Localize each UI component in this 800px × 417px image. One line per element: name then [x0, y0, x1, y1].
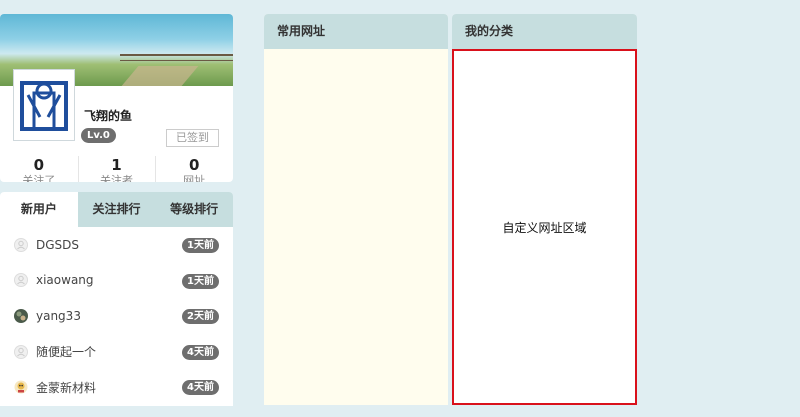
- list-item[interactable]: 金蒙新材料 4天前: [0, 369, 233, 405]
- days-badge: 4天前: [182, 380, 219, 396]
- ranking-tabs: 新用户 关注排行 等级排行: [0, 192, 233, 227]
- default-avatar-icon: [14, 344, 28, 359]
- tab-follow-ranking[interactable]: 关注排行: [78, 192, 156, 227]
- default-avatar-icon: [14, 273, 28, 288]
- list-item[interactable]: yang33 2天前: [0, 298, 233, 334]
- stat-label: 关注者: [100, 174, 133, 182]
- stat-label: 关注了: [22, 174, 56, 182]
- stat-label: 网址: [183, 174, 206, 182]
- level-badge: Lv.0: [81, 128, 116, 143]
- days-badge: 2天前: [182, 309, 219, 325]
- user-name[interactable]: xiaowang: [36, 273, 94, 287]
- stat-value: 0: [33, 156, 45, 174]
- user-name[interactable]: 金蒙新材料: [36, 379, 96, 396]
- stat-following[interactable]: 0 关注了: [0, 156, 78, 182]
- user-name[interactable]: yang33: [36, 309, 81, 323]
- ranking-card: 新用户 关注排行 等级排行 DGSDS 1天前 xiaowang 1天前 yan…: [0, 192, 233, 406]
- photo-avatar-icon: [14, 308, 28, 323]
- list-item[interactable]: 随便起一个 4天前: [0, 334, 233, 370]
- stat-value: 1: [111, 156, 122, 174]
- days-badge: 1天前: [182, 238, 219, 253]
- common-urls-panel: 常用网址: [264, 14, 448, 405]
- cartoon-avatar-icon: [14, 380, 28, 394]
- tab-new-users[interactable]: 新用户: [0, 192, 78, 227]
- tab-level-ranking[interactable]: 等级排行: [155, 192, 233, 227]
- my-categories-header: 我的分类: [452, 14, 637, 49]
- stat-urls[interactable]: 0 网址: [155, 156, 233, 182]
- stat-value: 0: [188, 156, 200, 174]
- profile-card: 飞翔的鱼 Lv.0 已签到 0 关注了 1 关注者 0 网址: [0, 14, 233, 182]
- signin-button[interactable]: 已签到: [166, 129, 219, 147]
- days-badge: 4天前: [182, 344, 219, 360]
- days-badge: 1天前: [182, 273, 219, 289]
- avatar[interactable]: [13, 69, 75, 141]
- profile-stats: 0 关注了 1 关注者 0 网址: [0, 156, 233, 182]
- custom-url-area-label: 自定义网址区域: [502, 220, 587, 235]
- custom-url-area[interactable]: 自定义网址区域: [452, 49, 637, 405]
- list-item[interactable]: xiaowang 1天前: [0, 263, 233, 299]
- logo-icon: [20, 81, 68, 131]
- common-urls-header: 常用网址: [264, 14, 448, 49]
- user-name[interactable]: DGSDS: [36, 238, 79, 252]
- default-avatar-icon: [14, 237, 28, 252]
- user-name[interactable]: 随便起一个: [36, 343, 96, 360]
- my-categories-panel: 我的分类 自定义网址区域: [452, 14, 637, 405]
- list-item[interactable]: DGSDS 1天前: [0, 227, 233, 263]
- stat-followers[interactable]: 1 关注者: [77, 156, 156, 182]
- username[interactable]: 飞翔的鱼: [84, 107, 132, 124]
